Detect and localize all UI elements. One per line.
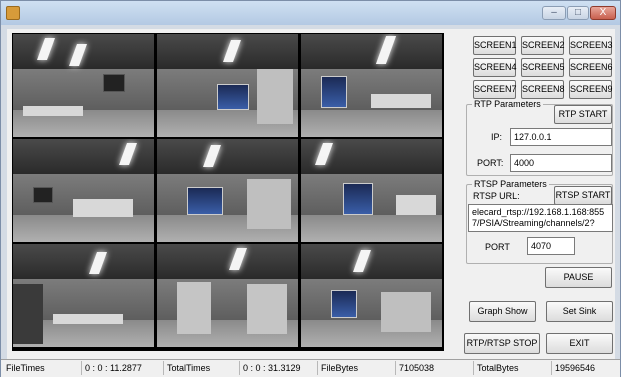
minimize-button[interactable]: – (542, 6, 566, 20)
total-times-value: 0 : 0 : 31.3129 (239, 361, 315, 375)
pause-button[interactable]: PAUSE (545, 267, 612, 288)
client-area: SCREEN1 SCREEN2 SCREEN3 SCREEN4 SCREEN5 … (7, 29, 615, 359)
rtsp-port-input[interactable]: 4070 (527, 237, 575, 255)
rtsp-url-label: RTSP URL: (473, 191, 520, 201)
rtp-rtsp-stop-button[interactable]: RTP/RTSP STOP (464, 333, 540, 354)
app-icon (6, 6, 20, 20)
title-bar[interactable]: – □ X (1, 1, 620, 25)
video-cell-7[interactable] (13, 244, 154, 347)
video-cell-5[interactable] (157, 139, 298, 242)
graph-show-button[interactable]: Graph Show (469, 301, 536, 322)
rtp-port-input[interactable]: 4000 (510, 154, 612, 172)
file-bytes-value: 7105038 (395, 361, 471, 375)
total-times-label: TotalTimes (163, 361, 237, 375)
app-window: – □ X SCREEN1 SCREEN2 SCREEN3 SCREEN4 SC… (0, 0, 621, 377)
exit-button[interactable]: EXIT (546, 333, 613, 354)
video-cell-1[interactable] (13, 34, 154, 137)
video-cell-8[interactable] (157, 244, 298, 347)
screen1-button[interactable]: SCREEN1 (473, 36, 517, 55)
file-times-label: FileTimes (6, 363, 45, 373)
ip-label: IP: (491, 132, 503, 142)
total-bytes-value: 19596546 (551, 361, 618, 375)
rtsp-start-button[interactable]: RTSP START (554, 186, 612, 205)
video-cell-2[interactable] (157, 34, 298, 137)
screen7-button[interactable]: SCREEN7 (473, 80, 517, 99)
rtsp-port-label: PORT (485, 242, 510, 252)
video-cell-9[interactable] (301, 244, 442, 347)
file-bytes-label: FileBytes (317, 361, 393, 375)
maximize-button[interactable]: □ (567, 6, 589, 20)
video-cell-3[interactable] (301, 34, 442, 137)
screen2-button[interactable]: SCREEN2 (521, 36, 565, 55)
ip-input[interactable]: 127.0.0.1 (510, 128, 612, 146)
status-bar: FileTimes 0 : 0 : 11.2877 TotalTimes 0 :… (1, 359, 620, 377)
total-bytes-label: TotalBytes (473, 361, 549, 375)
rtp-group-title: RTP Parameters (472, 99, 543, 109)
set-sink-button[interactable]: Set Sink (546, 301, 613, 322)
video-grid (12, 33, 444, 351)
screen6-button[interactable]: SCREEN6 (569, 58, 613, 77)
rtp-port-label: PORT: (477, 158, 504, 168)
screen3-button[interactable]: SCREEN3 (569, 36, 613, 55)
screen4-button[interactable]: SCREEN4 (473, 58, 517, 77)
rtsp-url-input[interactable]: elecard_rtsp://192.168.1.168:8557/PSIA/S… (468, 204, 613, 232)
screen8-button[interactable]: SCREEN8 (521, 80, 565, 99)
screen9-button[interactable]: SCREEN9 (569, 80, 613, 99)
rtp-start-button[interactable]: RTP START (554, 105, 612, 124)
screen5-button[interactable]: SCREEN5 (521, 58, 565, 77)
rtsp-group-title: RTSP Parameters (472, 179, 549, 189)
close-button[interactable]: X (590, 6, 616, 20)
video-cell-4[interactable] (13, 139, 154, 242)
video-cell-6[interactable] (301, 139, 442, 242)
file-times-value: 0 : 0 : 11.2877 (81, 361, 161, 375)
